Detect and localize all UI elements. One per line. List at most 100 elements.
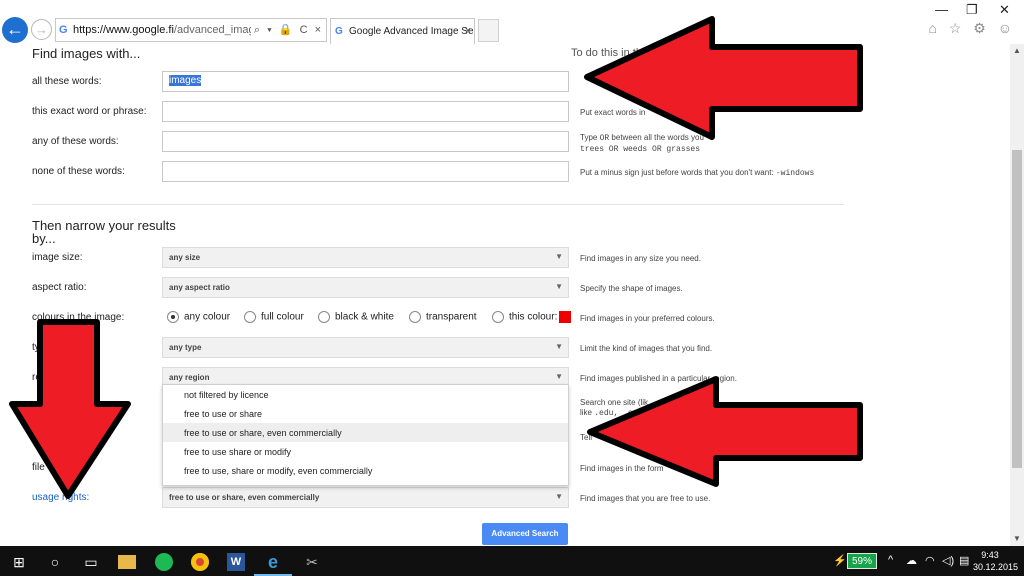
- google-favicon-icon: G: [59, 24, 68, 36]
- file-type-help: Find images in the form: [580, 464, 664, 473]
- scroll-up-icon[interactable]: ▲: [1010, 44, 1024, 58]
- image-size-select[interactable]: any size ▼: [162, 247, 569, 268]
- image-size-help: Find images in any size you need.: [580, 254, 701, 263]
- clock[interactable]: 9:43 30.12.2015: [973, 549, 1019, 573]
- radio-icon: [244, 311, 256, 323]
- advanced-search-button[interactable]: Advanced Search: [482, 523, 568, 545]
- safesearch-label[interactable]: Sa: [32, 432, 44, 443]
- forward-button[interactable]: →: [31, 19, 52, 40]
- new-tab-button[interactable]: [478, 19, 499, 42]
- power-icon[interactable]: ⚡: [833, 554, 847, 567]
- any-words-help-suffix: between all the words you: [611, 133, 704, 142]
- aspect-ratio-value: any aspect ratio: [169, 283, 230, 292]
- radio-icon: [409, 311, 421, 323]
- radio-transparent[interactable]: transparent: [409, 311, 477, 323]
- vertical-scrollbar[interactable]: ▲ ▼: [1010, 44, 1024, 546]
- find-section-title: Find images with...: [32, 46, 141, 61]
- start-icon[interactable]: ⊞: [10, 553, 28, 571]
- any-words-help-or: OR: [599, 134, 610, 143]
- chevron-up-icon[interactable]: ^: [888, 554, 893, 566]
- none-words-help-code: -windows: [775, 169, 815, 178]
- minimize-button[interactable]: —: [935, 2, 948, 17]
- spotify-icon[interactable]: [155, 553, 173, 571]
- type-select[interactable]: any type ▼: [162, 337, 569, 358]
- browser-toolbar-icons[interactable]: ⌂ ☆ ⚙ ☺: [928, 20, 1016, 37]
- any-words-help-prefix: Type: [580, 133, 598, 142]
- any-words-input[interactable]: [162, 131, 569, 152]
- chevron-down-icon: ▼: [555, 492, 563, 501]
- address-bar[interactable]: Ghttps://www.google.fi/advanced_image_se…: [55, 18, 327, 42]
- radio-any-colour[interactable]: any colour: [167, 311, 230, 323]
- task-view-icon[interactable]: ▭: [82, 553, 100, 571]
- radio-black-white[interactable]: black & white: [318, 311, 394, 323]
- region-help: Find images published in a particular re…: [580, 374, 737, 383]
- scroll-thumb[interactable]: [1012, 150, 1022, 468]
- wifi-icon[interactable]: ◠: [925, 554, 935, 567]
- radio-icon: [318, 311, 330, 323]
- usage-rights-label[interactable]: usage rights:: [32, 492, 89, 503]
- restore-button[interactable]: ❐: [966, 2, 978, 18]
- usage-rights-value: free to use or share, even commercially: [169, 493, 320, 502]
- site-help-code: .edu, .o: [594, 409, 633, 418]
- site-help: Search one site (lik like .edu, .o: [580, 398, 648, 419]
- internet-explorer-icon[interactable]: e: [254, 553, 292, 576]
- battery-indicator[interactable]: 59%: [847, 553, 877, 569]
- radio-black-white-label: black & white: [335, 311, 394, 323]
- radio-this-colour[interactable]: this colour:: [492, 311, 572, 323]
- browser-tab[interactable]: G Google Advanced Image Se... ×: [330, 18, 475, 44]
- dropdown-option[interactable]: free to use, share or modify, even comme…: [163, 461, 568, 480]
- file-explorer-icon[interactable]: [118, 555, 136, 569]
- none-words-help: Put a minus sign just before words that …: [580, 168, 814, 179]
- browser-chrome: ← → Ghttps://www.google.fi/advanced_imag…: [0, 0, 1024, 44]
- chevron-down-icon: ▼: [555, 252, 563, 261]
- tab-favicon-icon: G: [335, 26, 343, 37]
- all-words-value: images: [169, 75, 202, 86]
- site-help-prefix: like: [580, 408, 593, 417]
- radio-full-colour[interactable]: full colour: [244, 311, 304, 323]
- usage-rights-help: Find images that you are free to use.: [580, 494, 711, 503]
- snipping-tool-icon[interactable]: ✂: [303, 553, 321, 571]
- all-words-input[interactable]: images: [162, 71, 569, 92]
- aspect-ratio-label: aspect ratio:: [32, 282, 87, 293]
- volume-icon[interactable]: ◁): [942, 554, 954, 567]
- aspect-ratio-select[interactable]: any aspect ratio ▼: [162, 277, 569, 298]
- chevron-down-icon: ▼: [555, 342, 563, 351]
- any-words-help-example: trees OR weeds OR grasses: [580, 145, 701, 154]
- file-type-label: file type:: [32, 462, 70, 473]
- clock-time: 9:43: [981, 550, 999, 560]
- action-center-icon[interactable]: ▤: [959, 554, 969, 567]
- back-button[interactable]: ←: [2, 17, 28, 43]
- colour-swatch[interactable]: [559, 311, 572, 323]
- page-content: Find images with... To do this in the se…: [0, 44, 1010, 546]
- tab-title: Google Advanced Image Se...: [349, 26, 475, 37]
- colours-help: Find images in your preferred colours.: [580, 314, 715, 323]
- tab-close-icon[interactable]: ×: [465, 19, 471, 44]
- address-host: www.google.fi: [106, 24, 174, 36]
- exact-phrase-input[interactable]: [162, 101, 569, 122]
- address-bar-icons[interactable]: ⌕ ▾ 🔒 C ×: [250, 19, 323, 41]
- usage-rights-select[interactable]: free to use or share, even commercially ▼: [162, 487, 569, 508]
- region-value: any region: [169, 373, 210, 382]
- dropdown-option[interactable]: not filtered by licence: [163, 385, 568, 404]
- onedrive-icon[interactable]: ☁: [906, 554, 917, 567]
- word-icon[interactable]: W: [227, 553, 245, 571]
- image-size-label: image size:: [32, 252, 83, 263]
- clock-date: 30.12.2015: [973, 562, 1019, 572]
- dropdown-option[interactable]: free to use or share: [163, 404, 568, 423]
- chrome-icon[interactable]: [191, 553, 209, 571]
- type-label: ty: [32, 342, 40, 353]
- none-words-input[interactable]: [162, 161, 569, 182]
- close-window-button[interactable]: ✕: [999, 2, 1010, 18]
- search-icon[interactable]: ○: [46, 553, 64, 571]
- radio-full-colour-label: full colour: [261, 311, 304, 323]
- dropdown-option[interactable]: free to use share or modify: [163, 442, 568, 461]
- narrow-section-title-line2: by...: [32, 231, 56, 246]
- taskbar: ⊞ ○ ▭ W e ✂ ⚡ 59% ^ ☁ ◠ ◁) ▤ 9:43 30.12.…: [0, 546, 1024, 576]
- all-words-label: all these words:: [32, 76, 102, 87]
- scroll-down-icon[interactable]: ▼: [1010, 532, 1024, 546]
- radio-selected-icon: [167, 311, 179, 323]
- chevron-down-icon: ▼: [555, 372, 563, 381]
- none-words-help-text: Put a minus sign just before words that …: [580, 168, 774, 177]
- aspect-ratio-help: Specify the shape of images.: [580, 284, 683, 293]
- dropdown-option-highlighted[interactable]: free to use or share, even commercially: [163, 423, 568, 442]
